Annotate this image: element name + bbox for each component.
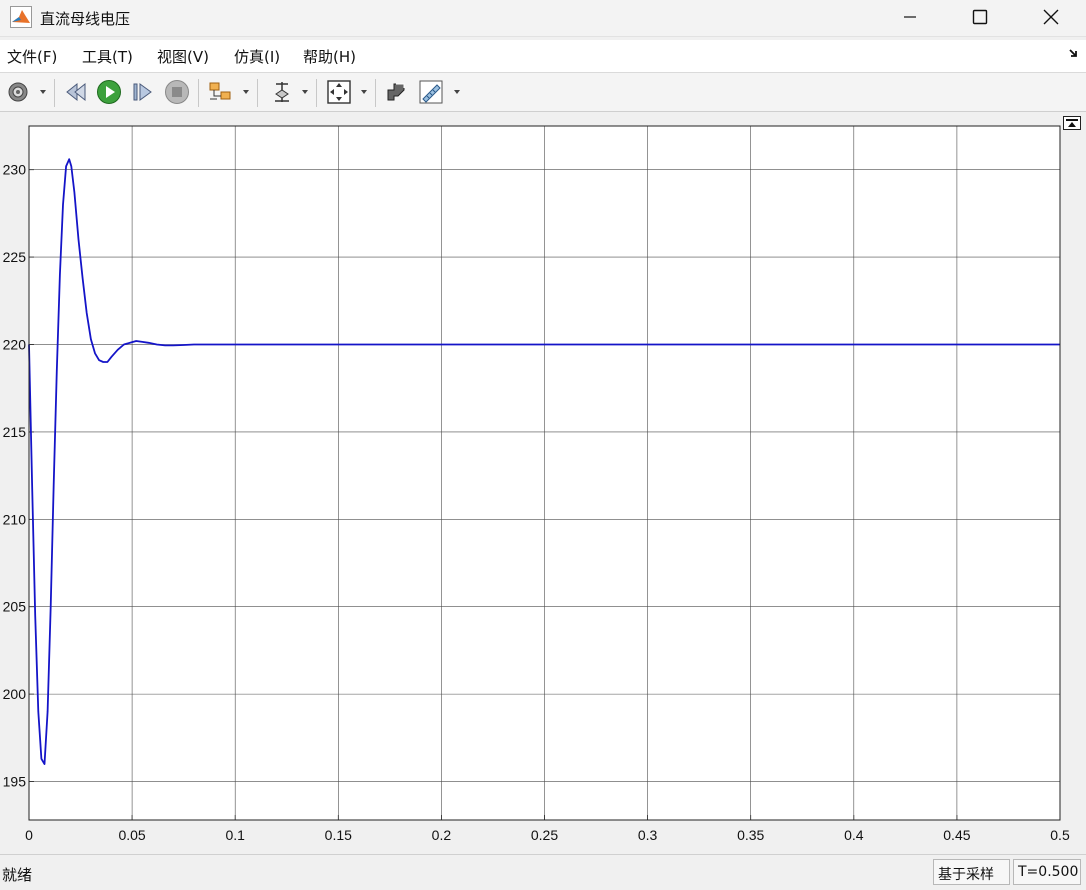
status-bar: 就绪 基于采样 T=0.500 [0,854,1086,890]
x-tick-label: 0.5 [1050,827,1070,843]
menu-view[interactable]: 视图(V) [157,46,209,67]
step-back-button[interactable] [63,79,89,105]
toolbar [0,73,1086,112]
x-tick-label: 0.25 [531,827,558,843]
menu-help[interactable]: 帮助(H) [303,46,356,67]
menu-simulation[interactable]: 仿真(I) [234,46,280,67]
title-bar: 直流母线电压 [0,0,1086,37]
scope-chart[interactable]: 0 0.05 0.1 0.15 0.2 0.25 0.3 0.35 0.4 0.45 0.5 195 2… [0,112,1086,852]
x-tick-label: 0.15 [325,827,352,843]
x-tick-label: 0.35 [737,827,764,843]
highlight-block-icon [384,80,408,104]
minimize-icon [903,10,917,24]
measure-icon [418,79,444,105]
toolbar-divider [54,79,55,107]
close-icon [1043,9,1059,25]
signal-select-icon [207,80,235,104]
y-tick-label: 225 [3,249,27,265]
maximize-icon [972,9,988,25]
measure-dropdown-icon[interactable] [454,90,460,94]
settings-icon [6,80,30,104]
window-title: 直流母线电压 [40,8,130,29]
run-button[interactable] [96,79,122,105]
signal-select-dropdown-icon[interactable] [243,90,249,94]
matlab-icon [10,6,32,28]
measure-button[interactable] [418,79,444,105]
y-tick-label: 210 [3,511,27,527]
zoom-fit-icon [326,79,352,105]
y-tick-label: 230 [3,162,27,178]
settings-button[interactable] [6,79,30,105]
signal-select-button[interactable] [207,79,235,105]
y-tick-label: 220 [3,337,27,353]
step-forward-icon [131,80,155,104]
cursor-probe-icon [270,80,294,104]
sample-mode-label: 基于采样 [933,859,1010,885]
y-tick-label: 200 [3,686,27,702]
status-text: 就绪 [2,864,32,885]
x-tick-label: 0.3 [638,827,658,843]
stop-button[interactable] [164,79,190,105]
undock-icon [1066,119,1078,128]
stop-icon [164,79,190,105]
toolbar-divider [375,79,376,107]
step-back-icon [63,80,89,104]
undock-button[interactable] [1063,116,1081,130]
x-tick-label: 0.1 [225,827,245,843]
cursor-probe-button[interactable] [270,79,294,105]
y-tick-label: 205 [3,599,27,615]
step-forward-button[interactable] [131,79,155,105]
cursor-probe-dropdown-icon[interactable] [302,90,308,94]
x-tick-label: 0.2 [432,827,452,843]
x-tick-label: 0 [25,827,33,843]
simulation-time: T=0.500 [1013,859,1081,885]
dock-arrow-icon[interactable] [1068,48,1080,60]
toolbar-divider [316,79,317,107]
settings-dropdown-icon[interactable] [40,90,46,94]
run-icon [96,79,122,105]
close-button[interactable] [1016,0,1086,34]
plot-area: 0 0.05 0.1 0.15 0.2 0.25 0.3 0.35 0.4 0.45 0.5 195 2… [0,112,1086,852]
zoom-fit-dropdown-icon[interactable] [361,90,367,94]
highlight-block-button[interactable] [384,79,408,105]
toolbar-divider [198,79,199,107]
y-tick-label: 195 [3,774,27,790]
menu-tools[interactable]: 工具(T) [82,46,133,67]
minimize-button[interactable] [875,0,945,34]
x-tick-label: 0.45 [943,827,970,843]
zoom-fit-button[interactable] [326,79,352,105]
menu-bar: 文件(F) 工具(T) 视图(V) 仿真(I) 帮助(H) [0,40,1086,73]
x-tick-label: 0.05 [118,827,145,843]
maximize-button[interactable] [945,0,1015,34]
x-tick-label: 0.4 [844,827,864,843]
menu-file[interactable]: 文件(F) [7,46,57,67]
toolbar-divider [257,79,258,107]
y-tick-label: 215 [3,424,27,440]
